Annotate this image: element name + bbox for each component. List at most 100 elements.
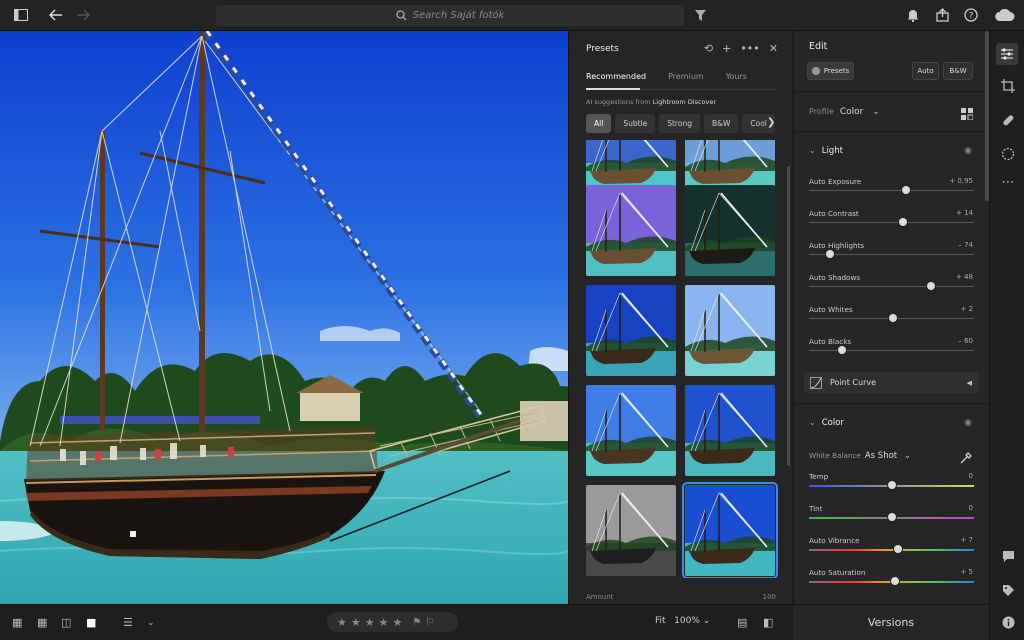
add-icon[interactable]: + — [722, 42, 731, 55]
before-after-icon[interactable]: ◧ — [763, 616, 773, 629]
star-icon[interactable]: ★ — [337, 616, 347, 629]
point-curve-row[interactable]: Point Curve ◀ — [804, 372, 979, 393]
zoom-control[interactable]: Fit 100% ⌄ — [655, 616, 710, 626]
eyedropper-icon[interactable] — [960, 449, 972, 468]
preset-thumbnail[interactable] — [685, 185, 775, 276]
slider-value[interactable]: – 60 — [958, 337, 973, 345]
tab-premium[interactable]: Premium — [668, 72, 704, 81]
slider-handle[interactable] — [825, 249, 836, 259]
more-icon[interactable]: ••• — [740, 42, 759, 55]
presets-scrollbar[interactable] — [787, 166, 790, 466]
slider-track[interactable] — [809, 222, 974, 223]
tab-recommended[interactable]: Recommended — [586, 72, 646, 81]
star-icon[interactable]: ★ — [351, 616, 361, 629]
slider-value[interactable]: + 0,95 — [949, 177, 973, 185]
slider-handle[interactable] — [837, 345, 847, 355]
bw-button[interactable]: B&W — [943, 62, 973, 80]
light-section-header[interactable]: ⌄ Light — [809, 146, 843, 156]
preset-thumbnail[interactable] — [586, 185, 676, 276]
grid-icon[interactable]: ▦ — [37, 616, 47, 629]
forward-arrow-icon[interactable] — [75, 7, 91, 23]
tab-yours[interactable]: Yours — [726, 72, 747, 81]
slider-handle[interactable] — [886, 480, 897, 490]
slider-handle[interactable] — [926, 281, 937, 291]
preset-thumbnail[interactable] — [586, 485, 676, 576]
help-icon[interactable]: ? — [963, 7, 979, 23]
preset-thumbnail[interactable] — [586, 285, 676, 376]
comment-icon[interactable] — [999, 547, 1017, 565]
back-arrow-icon[interactable] — [48, 7, 64, 23]
reject-flag-icon[interactable]: ⚐ — [425, 617, 434, 628]
white-balance-row[interactable]: White Balance As Shot ⌄ — [809, 451, 911, 461]
detail-view-icon[interactable]: ■ — [86, 616, 96, 629]
presets-title: Presets — [586, 44, 619, 54]
profile-browser-icon[interactable] — [961, 105, 974, 121]
star-rating[interactable]: ★ ★ ★ ★ ★ ⚑ ⚐ — [327, 612, 458, 632]
eye-icon[interactable]: ◉ — [964, 146, 972, 156]
close-icon[interactable]: ✕ — [769, 42, 778, 55]
color-section-header[interactable]: ⌄ Color — [809, 418, 844, 428]
preset-filter-chips: All Subtle Strong B&W Cool — [586, 114, 775, 133]
slider-track[interactable] — [809, 190, 974, 191]
chip-bw[interactable]: B&W — [703, 114, 739, 133]
edit-sliders-icon[interactable] — [996, 43, 1018, 65]
wb-value: As Shot — [864, 451, 898, 461]
share-icon[interactable] — [934, 7, 950, 23]
chevron-down-icon[interactable]: ⌄ — [147, 618, 155, 628]
slider-value[interactable]: + 48 — [956, 273, 973, 281]
preset-thumbnail[interactable] — [685, 385, 775, 476]
flag-icon[interactable]: ⚑ — [412, 617, 421, 628]
presets-tabs: Recommended Premium Yours — [586, 72, 747, 81]
star-icon[interactable]: ★ — [393, 616, 403, 629]
chip-strong[interactable]: Strong — [659, 114, 700, 133]
photo-canvas[interactable] — [0, 31, 568, 604]
star-icon[interactable]: ★ — [365, 616, 375, 629]
preset-thumbnail[interactable] — [685, 285, 775, 376]
large-grid-icon[interactable]: ◫ — [61, 616, 71, 629]
slider-handle[interactable] — [889, 576, 900, 586]
slider-value[interactable]: 0 — [969, 472, 973, 480]
slider-track[interactable] — [809, 286, 974, 287]
healing-icon[interactable] — [999, 111, 1017, 129]
slider-value[interactable]: + 7 — [960, 536, 973, 544]
info-icon[interactable] — [999, 613, 1017, 631]
slider-track[interactable] — [809, 549, 974, 551]
chip-subtle[interactable]: Subtle — [615, 114, 656, 133]
slider-handle[interactable] — [886, 512, 897, 522]
versions-button[interactable]: Versions — [793, 604, 989, 640]
zoom-value: 100% — [674, 616, 700, 626]
sort-icon[interactable]: ☰ — [123, 616, 133, 629]
eye-icon[interactable]: ◉ — [964, 418, 972, 428]
slider-value[interactable]: + 2 — [960, 305, 973, 313]
star-icon[interactable]: ★ — [379, 616, 389, 629]
bell-icon[interactable] — [905, 7, 921, 23]
auto-button[interactable]: Auto — [912, 62, 939, 80]
chevron-right-icon[interactable]: ❯ — [767, 117, 775, 128]
masking-icon[interactable] — [999, 145, 1017, 163]
slider-value[interactable]: + 5 — [960, 568, 973, 576]
slider-value[interactable]: + 14 — [956, 209, 973, 217]
crop-icon[interactable] — [999, 77, 1017, 95]
chip-all[interactable]: All — [586, 114, 612, 133]
tag-icon[interactable] — [999, 581, 1017, 599]
slider-handle[interactable] — [898, 217, 909, 227]
slider-value[interactable]: 0 — [969, 504, 973, 512]
square-grid-icon[interactable]: ▦ — [12, 616, 22, 629]
slider-handle[interactable] — [893, 544, 904, 554]
slider-track[interactable] — [809, 350, 974, 351]
slider-handle[interactable] — [901, 185, 912, 195]
undo-icon[interactable]: ⟲ — [704, 42, 713, 55]
preset-thumbnail[interactable] — [586, 385, 676, 476]
sidebar-toggle-icon[interactable] — [13, 7, 29, 23]
slider-value[interactable]: – 74 — [958, 241, 973, 249]
slider-handle[interactable] — [888, 313, 899, 323]
preset-thumbnail[interactable] — [682, 482, 778, 578]
filter-icon[interactable] — [692, 7, 708, 23]
more-tools-icon[interactable]: ⋯ — [999, 173, 1017, 191]
search-input[interactable]: Search Saját fotók — [216, 5, 684, 26]
presets-button[interactable]: Presets — [807, 62, 854, 80]
cloud-icon[interactable] — [994, 7, 1016, 23]
compare-icon[interactable]: ▤ — [737, 616, 747, 629]
profile-row[interactable]: Profile Color ⌄ — [809, 107, 880, 117]
ship-photo — [0, 31, 568, 604]
